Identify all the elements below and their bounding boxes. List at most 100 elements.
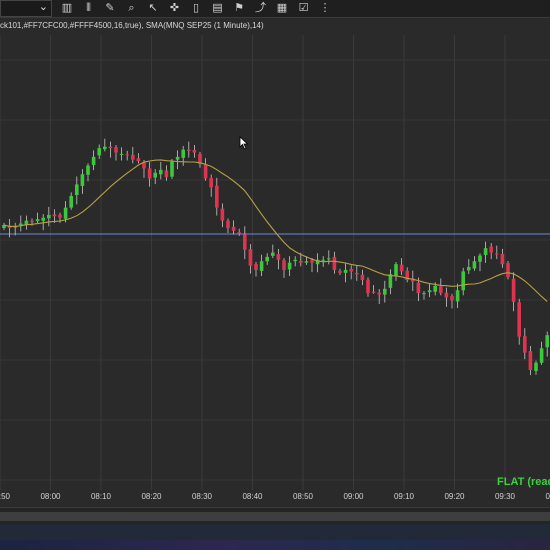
- candle-body: [299, 260, 303, 263]
- candle-body: [187, 149, 191, 152]
- candle-body: [310, 260, 314, 263]
- candle-body: [35, 219, 40, 222]
- candle-body: [287, 262, 292, 270]
- mouse-cursor-icon: [239, 136, 249, 150]
- time-tick-label: 08:00: [40, 492, 61, 501]
- candle-body: [164, 170, 169, 178]
- candle-body: [534, 362, 538, 372]
- position-status: FLAT (read: [497, 476, 550, 488]
- candle-body: [103, 146, 107, 150]
- candle-body: [343, 269, 348, 273]
- candle-body: [248, 249, 253, 266]
- candle-body: [97, 148, 101, 156]
- candle-body: [483, 248, 488, 255]
- candle-body: [360, 274, 365, 281]
- candle-body: [539, 348, 544, 363]
- candle-body: [254, 264, 258, 270]
- scroll-area: [0, 507, 550, 524]
- time-tick-label: 08:10: [90, 492, 112, 501]
- candle-body: [511, 278, 516, 302]
- candle-body: [215, 185, 219, 208]
- candle-body: [377, 292, 381, 295]
- candle-body: [461, 271, 465, 291]
- candle-body: [47, 214, 51, 219]
- candle-body: [220, 208, 225, 221]
- candle-body: [231, 226, 236, 231]
- candle-body: [489, 246, 493, 253]
- candle-body: [450, 295, 454, 301]
- time-tick-label: 08:30: [191, 492, 213, 501]
- candle-body: [153, 172, 157, 178]
- candle-body: [427, 290, 432, 293]
- candle-body: [243, 234, 247, 250]
- candle-body: [495, 253, 499, 255]
- candle-body: [19, 223, 23, 225]
- candle-body: [506, 263, 510, 278]
- candle-body: [237, 232, 241, 234]
- candle-body: [282, 260, 286, 270]
- candle-body: [528, 351, 533, 370]
- candle-body: [455, 290, 460, 302]
- candle-body: [259, 261, 264, 271]
- candle-body: [131, 154, 135, 160]
- candle-body: [383, 288, 387, 295]
- sma-line: [3, 159, 548, 302]
- candle-body: [439, 286, 443, 294]
- candle-body: [276, 254, 281, 260]
- candle-body: [388, 274, 393, 288]
- candle-body: [517, 302, 521, 337]
- candle-body: [478, 255, 482, 262]
- candle-body: [58, 214, 62, 218]
- candle-body: [147, 168, 152, 179]
- candle-body: [75, 184, 79, 195]
- time-axis[interactable]: 07:50 08:00 08:10 08:20 08:30 08:40 08:50 09:00…: [0, 490, 550, 507]
- candle-body: [136, 158, 141, 162]
- candle-body: [304, 261, 309, 263]
- candle-body: [366, 279, 370, 294]
- time-tick-label: 09:20: [444, 492, 465, 501]
- time-tick-label: 09:30: [494, 492, 516, 501]
- time-tick-label: 08:40: [242, 492, 263, 501]
- candle-body: [355, 272, 359, 275]
- candle-body: [108, 146, 113, 149]
- candle-body: [86, 165, 90, 175]
- candle-body: [209, 178, 213, 188]
- time-tick-label: 08:20: [141, 492, 162, 501]
- candle-body: [394, 264, 398, 276]
- candle-body: [203, 164, 208, 179]
- candle-body: [30, 220, 34, 223]
- candle-body: [349, 268, 353, 272]
- candle-body: [293, 259, 297, 262]
- candle-body: [545, 335, 549, 348]
- candle-body: [63, 207, 68, 219]
- time-tick-label: 08:50: [292, 492, 314, 501]
- candle-body: [170, 161, 174, 177]
- price-chart[interactable]: [0, 0, 550, 490]
- candle-body: [321, 259, 325, 261]
- candle-body: [500, 254, 505, 265]
- horizontal-scrollbar[interactable]: [0, 512, 550, 521]
- candle-body: [422, 293, 426, 295]
- candle-body: [175, 156, 180, 160]
- candle-body: [433, 285, 437, 292]
- candle-body: [399, 264, 404, 272]
- candle-body: [226, 220, 230, 228]
- time-tick-label: 09:40: [545, 492, 550, 501]
- candle-body: [271, 252, 275, 256]
- candle-body: [416, 282, 421, 294]
- candle-body: [332, 256, 337, 270]
- candle-body: [119, 153, 124, 155]
- time-tick-label: 09:10: [393, 492, 415, 501]
- candle-body: [159, 169, 163, 175]
- candle-body: [114, 147, 118, 153]
- candle-body: [467, 267, 471, 271]
- candle-body: [91, 156, 96, 166]
- candle-body: [444, 292, 449, 298]
- time-tick-label: 09:00: [343, 492, 364, 501]
- candle-body: [523, 336, 527, 353]
- candle-body: [181, 149, 185, 158]
- time-tick-label: 07:50: [0, 492, 11, 501]
- candle-body: [41, 217, 45, 221]
- candle-body: [338, 270, 342, 273]
- candle-body: [327, 258, 331, 260]
